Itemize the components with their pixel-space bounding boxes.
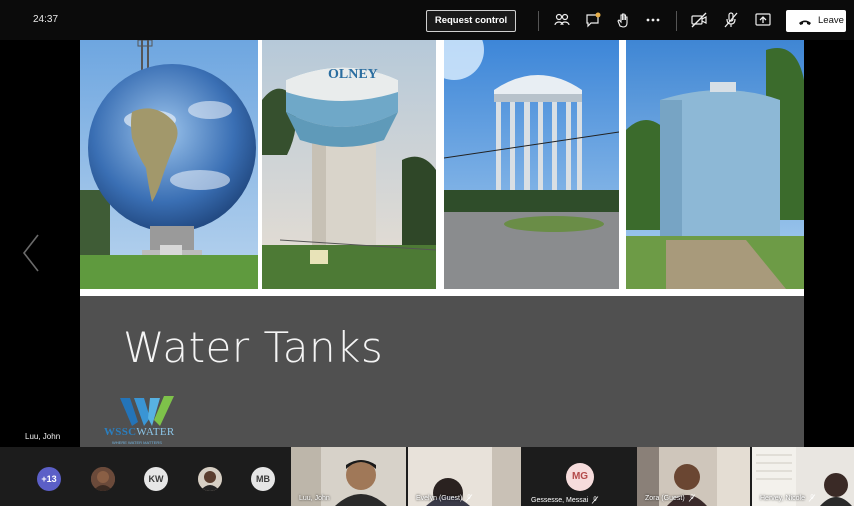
pedestal-water-tower-photo — [444, 40, 619, 289]
participant-name: Hervey, Nicole — [760, 494, 816, 502]
request-control-button[interactable]: Request control — [426, 10, 516, 32]
participant-name: Luu, John — [299, 495, 330, 502]
presenter-name: Luu, John — [25, 432, 61, 441]
video-tile[interactable]: Evelyn (Guest) — [408, 447, 521, 506]
participant-name: Evelyn (Guest) — [416, 494, 473, 502]
mic-off-icon[interactable] — [722, 11, 740, 31]
mic-off-icon — [688, 494, 695, 502]
toolbar-divider — [676, 11, 677, 31]
chevron-left-icon[interactable] — [20, 233, 44, 273]
participant-avatar[interactable]: MG — [566, 463, 594, 491]
participant-avatar[interactable]: KW — [144, 467, 168, 491]
more-participants-button[interactable]: +13 — [37, 467, 61, 491]
wssc-logo: WSSCWATER WHERE WATER MATTERS — [100, 396, 210, 447]
raise-hand-icon[interactable] — [614, 11, 632, 31]
video-tile[interactable]: Hervey, Nicole — [752, 447, 854, 506]
wssc-w-icon — [120, 396, 174, 426]
participant-name: Gessesse, Messai — [531, 496, 599, 504]
mic-off-icon — [808, 494, 816, 502]
toolbar-divider — [538, 11, 539, 31]
more-actions-icon[interactable] — [644, 11, 662, 31]
video-tile[interactable]: Zora (Guest) — [637, 447, 750, 506]
olney-sign: OLNEY — [328, 67, 378, 82]
olney-water-tower-photo: OLNEY — [262, 40, 436, 289]
participant-avatar[interactable] — [91, 467, 115, 491]
wssc-logo-text: WSSCWATER — [104, 426, 175, 438]
standpipe-water-tank-photo — [626, 40, 804, 289]
participants-strip: +13 KW MB Luu, John Evelyn (Guest) MG Ge… — [0, 447, 854, 506]
participants-icon[interactable] — [553, 11, 571, 31]
call-timer: 24:37 — [33, 14, 59, 25]
call-control-bar: 24:37 Request control Leave — [0, 0, 854, 40]
mic-off-icon — [466, 494, 473, 502]
camera-off-icon[interactable] — [690, 11, 708, 31]
mic-off-icon — [591, 496, 599, 504]
globe-water-tower-photo — [80, 40, 258, 289]
slide-title: Water Tanks — [123, 323, 384, 372]
photo-row: OLNEY — [80, 40, 804, 296]
leave-button[interactable]: Leave — [786, 10, 846, 32]
leave-label: Leave — [818, 15, 844, 26]
participant-avatar[interactable]: MB — [251, 467, 275, 491]
chat-icon[interactable] — [584, 11, 602, 31]
participant-avatar[interactable] — [198, 467, 222, 491]
wssc-logo-tagline: WHERE WATER MATTERS — [112, 440, 162, 445]
share-icon[interactable] — [754, 11, 772, 31]
presentation-slide: OLNEY Water Tanks WSSCWATER WHERE WATER … — [80, 40, 804, 447]
participant-name: Zora (Guest) — [645, 494, 696, 502]
leave-phone-icon — [798, 15, 812, 37]
video-tile[interactable]: Luu, John — [291, 447, 406, 506]
